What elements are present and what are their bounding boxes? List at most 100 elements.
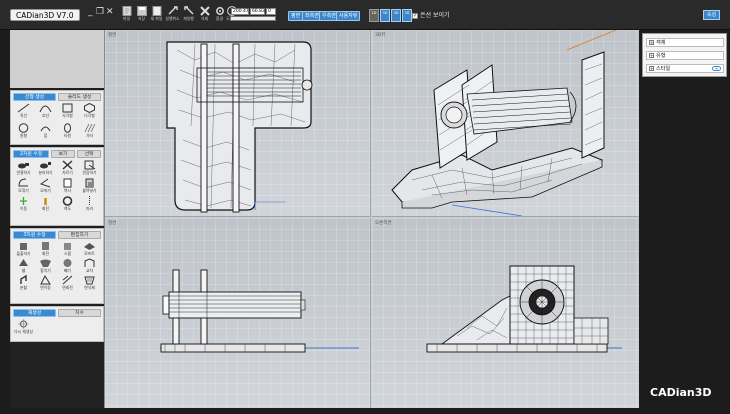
- tool-chamfer[interactable]: 모따기: [37, 178, 54, 195]
- tab-solid-create[interactable]: 솔리드 생성: [58, 93, 101, 101]
- viewport-3d[interactable]: 3D뷰: [372, 30, 640, 217]
- loft-icon: [84, 243, 95, 250]
- plan-view-model: —: [166, 41, 313, 214]
- view-user-button[interactable]: 사용자뷰: [336, 11, 361, 21]
- tool-join[interactable]: 연결하기: [15, 160, 32, 177]
- tool-loft[interactable]: 로프트: [81, 241, 98, 258]
- tool-copy[interactable]: 복사: [59, 178, 76, 195]
- command-line-input[interactable]: [230, 16, 276, 21]
- tool-delete-face[interactable]: 면삭제: [81, 275, 98, 292]
- regen-tabs: 재생성 치수: [13, 309, 101, 317]
- top-toolbar: CADian3D V7.0 _ ❐ ✕ 파일 저장 새 파일 실행취소 재실행 …: [0, 0, 730, 30]
- arrow-right-icon[interactable]: ➔: [712, 66, 721, 71]
- tool-label: 이동: [20, 206, 27, 211]
- expand-icon[interactable]: +: [649, 66, 654, 71]
- tool-label: 회전: [42, 251, 49, 256]
- tool-polygon[interactable]: 다각형: [81, 103, 98, 120]
- tab-regenerate[interactable]: 재생성: [13, 309, 56, 317]
- redo-icon: [183, 6, 193, 15]
- fillet-icon: [18, 178, 28, 187]
- settings-icon: [215, 7, 224, 15]
- split-icon: [20, 275, 27, 284]
- tab-2d-modify[interactable]: 2차원 수정: [13, 150, 49, 158]
- tool-split[interactable]: 분할: [15, 275, 32, 292]
- viewport-right[interactable]: 오른쪽면: [372, 218, 640, 408]
- tool-redo[interactable]: 재실행: [182, 6, 195, 23]
- modify-2d-section: 2차원 수정 보기 선택 연결하기 분리하기 자르기 연장하기 모깎기 모따기 …: [10, 147, 104, 226]
- polygon-icon: [84, 103, 95, 113]
- ellipse-icon: [64, 123, 71, 133]
- close-button[interactable]: ✕: [106, 7, 114, 17]
- tab-select[interactable]: 선택: [77, 150, 101, 158]
- modify-3d-section: 3차원 수정 편집하기 돌출하기 회전 스윕 로프트 쉘 합치기 빼기 교차 분…: [10, 228, 104, 304]
- tab-view[interactable]: 보기: [51, 150, 75, 158]
- coord-x-field[interactable]: 200.47: [231, 8, 249, 15]
- tool-ellipse[interactable]: 타원: [59, 123, 76, 140]
- tool-subtract[interactable]: 빼기: [59, 258, 76, 275]
- tool-shell[interactable]: 쉘: [15, 258, 32, 275]
- extend-icon: [84, 160, 96, 170]
- tool-undo[interactable]: 실행취소: [166, 6, 179, 23]
- viewport-front[interactable]: 정면: [105, 218, 371, 408]
- sweep-icon: [64, 243, 71, 250]
- tool-trim[interactable]: 자르기: [59, 160, 76, 177]
- tab-edit[interactable]: 편집하기: [58, 231, 101, 239]
- tool-label: 모깎기: [18, 188, 29, 193]
- viewport-area[interactable]: 평면 — 3D뷰 정면 오른쪽면: [104, 30, 640, 408]
- mode-3d-button-1[interactable]: 3D: [380, 9, 390, 22]
- rectangle-icon: [62, 103, 73, 113]
- tool-extend[interactable]: 연장하기: [81, 160, 98, 177]
- tool-arc[interactable]: 호선: [37, 103, 54, 120]
- tool-other[interactable]: 가타: [81, 123, 98, 140]
- tool-circle[interactable]: 원형: [15, 123, 32, 140]
- coord-z-field[interactable]: 0: [266, 8, 276, 15]
- properties-button[interactable]: 속성: [703, 10, 720, 20]
- tab-3d-modify[interactable]: 3차원 수정: [13, 231, 56, 239]
- brand-logo: CADian3D: [650, 386, 712, 399]
- viewport-top[interactable]: 평면 —: [105, 30, 371, 217]
- tool-scale[interactable]: 척도: [59, 196, 76, 213]
- draw-section: 선형 생성 솔리드 생성 직선 호선 사각형 다각형 원형 점 타원 가타: [10, 90, 104, 145]
- restore-button[interactable]: ❐: [96, 7, 104, 17]
- tab-line-create[interactable]: 선형 생성: [13, 93, 56, 101]
- tree-item-style[interactable]: + 스타일 ➔: [646, 64, 724, 73]
- checkbox-icon[interactable]: ✓: [412, 13, 418, 19]
- mode-2d-button[interactable]: 2D: [369, 9, 379, 22]
- tool-line[interactable]: 직선: [15, 103, 32, 120]
- tool-union[interactable]: 합치기: [37, 258, 54, 275]
- expand-icon[interactable]: +: [649, 53, 654, 58]
- tool-regenerate[interactable]: 다시 재생성: [14, 319, 33, 336]
- tree-item-type[interactable]: + 유형: [646, 51, 724, 60]
- tool-rectangle[interactable]: 사각형: [59, 103, 76, 120]
- coord-y-field[interactable]: 66.83: [250, 8, 265, 15]
- view-top-button[interactable]: 평면: [288, 11, 304, 21]
- regen-section: 재생성 치수 다시 재생성: [10, 306, 104, 342]
- tool-rotate-face[interactable]: 면회전: [59, 275, 76, 292]
- tool-point[interactable]: 점: [37, 123, 54, 140]
- tool-move-face[interactable]: 면이동: [37, 275, 54, 292]
- tool-move[interactable]: 이동: [15, 196, 32, 213]
- tool-paste[interactable]: 붙여넣기: [81, 178, 98, 195]
- hidden-lines-toggle[interactable]: ✓ 은선 보이기: [412, 11, 450, 21]
- tool-sweep[interactable]: 스윕: [59, 241, 76, 258]
- minimize-button[interactable]: _: [88, 7, 93, 17]
- modify-3d-tabs: 3차원 수정 편집하기: [13, 231, 101, 239]
- scale-icon: [62, 196, 73, 206]
- tool-fillet[interactable]: 모깎기: [15, 178, 32, 195]
- tool-mirror[interactable]: 미러: [81, 196, 98, 213]
- tool-rotate[interactable]: 회전: [37, 196, 54, 213]
- tool-extrude[interactable]: 돌출하기: [15, 241, 32, 258]
- mode-3d-button-2[interactable]: 3D: [391, 9, 401, 22]
- tree-item-label: 객체: [656, 40, 666, 46]
- tool-revolve[interactable]: 회전: [37, 241, 54, 258]
- tool-intersect[interactable]: 교차: [81, 258, 98, 275]
- extrude-icon: [20, 243, 27, 250]
- tool-new-file[interactable]: 새 파일: [150, 6, 163, 23]
- mode-3d-button-3[interactable]: 3D: [402, 9, 412, 22]
- tree-item-object[interactable]: + 객체: [646, 38, 724, 47]
- delete-icon: [199, 6, 210, 16]
- tab-dimension[interactable]: 치수: [58, 309, 101, 317]
- tool-explode[interactable]: 분리하기: [37, 160, 54, 177]
- expand-icon[interactable]: +: [649, 40, 654, 45]
- tool-label: 쉘: [21, 268, 26, 273]
